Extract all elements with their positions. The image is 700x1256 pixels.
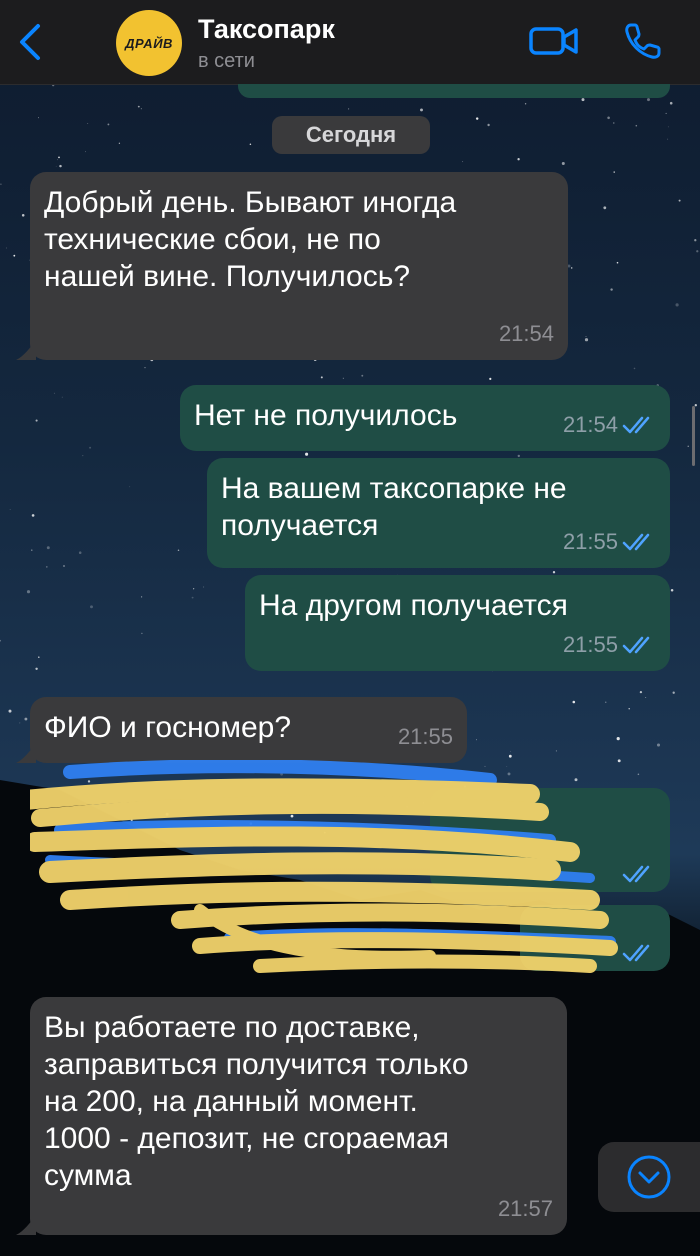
message-time: 21:54: [498, 321, 554, 346]
message-text: Добрый день. Бывают иногда технические с…: [44, 186, 457, 293]
avatar-logo-text: ДРАЙВ: [125, 35, 173, 51]
bubble-tail: [16, 1215, 36, 1235]
chat-header: ДРАЙВ Таксопарк в сети: [0, 0, 700, 85]
date-separator: Сегодня: [272, 116, 430, 154]
message-time: 21:55: [562, 529, 618, 554]
chevron-down-circle-icon: [627, 1155, 671, 1199]
bubble-tail: [16, 340, 36, 360]
video-camera-icon[interactable]: [528, 22, 580, 60]
message-text: ФИО и госномер?: [44, 711, 292, 744]
message-text: На другом получается: [259, 589, 568, 622]
message-time: 21:57: [497, 1196, 553, 1221]
message-bubble-outgoing[interactable]: Нет не получилось 21:54: [180, 385, 670, 451]
message-time: 21:54: [562, 412, 618, 437]
phone-icon[interactable]: [622, 20, 664, 62]
avatar[interactable]: ДРАЙВ: [116, 10, 182, 76]
message-bubble-outgoing[interactable]: На вашем таксопарке не получается 21:55: [207, 458, 670, 568]
message-bubble-incoming[interactable]: Добрый день. Бывают иногда технические с…: [30, 172, 568, 360]
message-text: Вы работаете по доставке, заправиться по…: [44, 1011, 469, 1192]
previous-message-fragment: [238, 84, 670, 98]
redaction-scribble: [30, 760, 618, 973]
scrollbar[interactable]: [692, 406, 695, 466]
contact-name[interactable]: Таксопарк: [198, 14, 335, 45]
scroll-to-bottom-button[interactable]: [598, 1142, 700, 1212]
read-receipt-icon: [622, 416, 650, 433]
read-receipt-icon: [622, 636, 650, 653]
message-bubble-incoming[interactable]: Вы работаете по доставке, заправиться по…: [30, 997, 567, 1235]
message-bubble-incoming[interactable]: ФИО и госномер? 21:55: [30, 697, 467, 763]
chevron-left-icon[interactable]: [14, 22, 46, 62]
contact-status: в сети: [198, 50, 255, 72]
message-time: 21:55: [562, 632, 618, 657]
read-receipt-icon: [622, 533, 650, 550]
message-time: 21:55: [397, 724, 453, 749]
message-bubble-outgoing[interactable]: На другом получается 21:55: [245, 575, 670, 671]
